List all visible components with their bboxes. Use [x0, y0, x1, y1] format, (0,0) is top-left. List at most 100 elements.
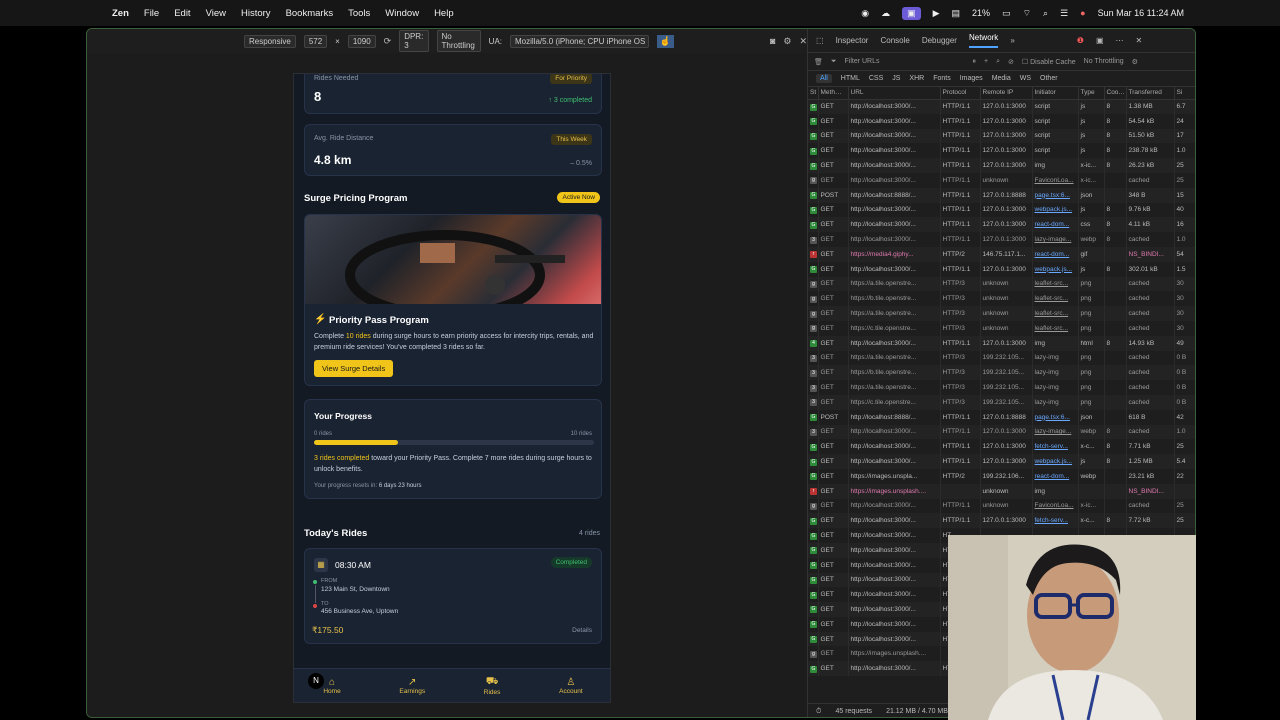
dpr-select[interactable]: DPR: 3: [399, 30, 429, 52]
network-settings-icon[interactable]: ⚙: [1132, 58, 1138, 66]
network-request-row[interactable]: G GET http://localhost:3000/... HTTP/1.1 127…: [808, 143, 1195, 159]
type-fonts[interactable]: Fonts: [933, 75, 951, 82]
type-media[interactable]: Media: [992, 75, 1011, 82]
network-request-row[interactable]: 3 GET https://c.tile.openstre... HTTP/3 199.…: [808, 394, 1195, 410]
network-request-row[interactable]: g GET http://localhost:3000/... HTTP/1.1 unk…: [808, 498, 1195, 514]
tab-debugger[interactable]: Debugger: [922, 36, 957, 45]
cloud-icon[interactable]: ☁: [881, 8, 890, 19]
network-request-row[interactable]: G GET http://localhost:3000/... HTTP/1.1 127…: [808, 439, 1195, 455]
siri-icon[interactable]: ●: [1080, 8, 1085, 18]
battery-icon[interactable]: ▭: [1002, 8, 1011, 19]
control-center-icon[interactable]: ☰: [1060, 8, 1068, 19]
network-request-row[interactable]: 3 GET https://a.tile.openstre... HTTP/3 199.…: [808, 350, 1195, 366]
throttle-select[interactable]: No Throttling: [436, 30, 481, 52]
network-throttle-select[interactable]: No Throttling: [1084, 58, 1124, 65]
nextjs-indicator-icon[interactable]: N: [308, 673, 324, 689]
type-xhr[interactable]: XHR: [909, 75, 924, 82]
view-surge-details-button[interactable]: View Surge Details: [314, 360, 394, 377]
ride-details-link[interactable]: Details: [572, 627, 592, 634]
network-request-row[interactable]: 3 GET https://b.tile.openstre... HTTP/3 199.…: [808, 365, 1195, 381]
app-name[interactable]: Zen: [112, 8, 129, 19]
tab-network[interactable]: Network: [968, 33, 999, 48]
nav-home[interactable]: ⌂ Home: [323, 677, 340, 695]
network-request-row[interactable]: G GET http://localhost:3000/... HTTP/1.1 127…: [808, 454, 1195, 469]
column-header[interactable]: Type: [1078, 87, 1105, 100]
tab-console[interactable]: Console: [880, 36, 909, 45]
disable-cache-checkbox[interactable]: ☐ Disable Cache: [1022, 58, 1076, 66]
network-request-row[interactable]: G POST http://localhost:8888/... HTTP/1.1 12…: [808, 187, 1195, 203]
device-select[interactable]: Responsive: [244, 34, 296, 48]
type-css[interactable]: CSS: [869, 75, 883, 82]
status-icon[interactable]: ◉: [861, 8, 869, 19]
menu-view[interactable]: View: [206, 8, 226, 19]
network-request-row[interactable]: 4 GET http://localhost:3000/... HTTP/1.1 127…: [808, 335, 1195, 351]
type-other[interactable]: Other: [1040, 75, 1058, 82]
ride-card[interactable]: ▦ 08:30 AM Completed FROM 123 Main St, D…: [304, 548, 602, 644]
network-request-row[interactable]: 3 GET https://a.tile.openstre... HTTP/3 199.…: [808, 380, 1195, 395]
filter-urls-input[interactable]: Filter URLs: [845, 58, 965, 65]
type-images[interactable]: Images: [960, 75, 983, 82]
network-request-row[interactable]: g GET https://a.tile.openstre... HTTP/3 unkn…: [808, 306, 1195, 321]
type-js[interactable]: JS: [892, 75, 900, 82]
column-header[interactable]: Coo…: [1104, 87, 1127, 100]
column-header[interactable]: Si: [1174, 87, 1195, 100]
search-icon[interactable]: ⌕: [996, 58, 1000, 66]
error-count-icon[interactable]: ❶: [1077, 36, 1084, 45]
block-icon[interactable]: ⊘: [1008, 58, 1014, 66]
network-request-row[interactable]: g GET https://c.tile.openstre... HTTP/3 unkn…: [808, 320, 1195, 336]
dock-icon[interactable]: ▣: [1096, 36, 1104, 45]
menu-history[interactable]: History: [241, 8, 271, 19]
width-input[interactable]: 572: [303, 34, 328, 48]
type-all[interactable]: All: [816, 74, 832, 83]
menu-help[interactable]: Help: [434, 8, 454, 19]
menu-bookmarks[interactable]: Bookmarks: [286, 8, 334, 19]
column-header[interactable]: Transferred: [1126, 87, 1175, 100]
network-request-row[interactable]: G GET http://localhost:3000/... HTTP/1.1 127…: [808, 217, 1195, 233]
network-request-row[interactable]: G GET http://localhost:3000/... HTTP/1.1 127…: [808, 128, 1195, 144]
screenshot-icon[interactable]: ◙: [770, 36, 775, 46]
network-request-row[interactable]: g GET http://localhost:3000/... HTTP/1.1 unk…: [808, 172, 1195, 188]
column-header[interactable]: Initiator: [1032, 87, 1079, 100]
column-header[interactable]: St: [808, 87, 819, 100]
menu-file[interactable]: File: [144, 8, 159, 19]
close-rdm-icon[interactable]: ✕: [799, 36, 807, 47]
nav-account[interactable]: ♙ Account: [559, 677, 583, 695]
tab-inspector[interactable]: Inspector: [836, 36, 869, 45]
search-icon[interactable]: ⌕: [1043, 8, 1048, 19]
network-request-row[interactable]: 3 GET http://localhost:3000/... HTTP/1.1 127…: [808, 424, 1195, 440]
type-ws[interactable]: WS: [1020, 75, 1031, 82]
datetime[interactable]: Sun Mar 16 11:24 AM: [1098, 8, 1184, 18]
height-input[interactable]: 1090: [347, 34, 376, 48]
column-header[interactable]: Protocol: [940, 87, 981, 100]
close-devtools-icon[interactable]: ✕: [1136, 36, 1143, 45]
settings-icon[interactable]: ⚙: [783, 36, 791, 47]
screen-record-icon[interactable]: ▣: [902, 6, 921, 20]
rotate-icon[interactable]: ⟳: [384, 36, 392, 47]
network-request-row[interactable]: G GET http://localhost:3000/... HTTP/1.1 127…: [808, 202, 1195, 218]
play-icon[interactable]: ▶: [933, 8, 940, 19]
wifi-icon[interactable]: ⌔: [1023, 8, 1031, 19]
menu-window[interactable]: Window: [385, 8, 419, 19]
nav-earnings[interactable]: ↗ Earnings: [399, 677, 425, 695]
touch-icon[interactable]: ☝: [656, 34, 674, 48]
network-request-row[interactable]: G POST http://localhost:8888/... HTTP/1.1 12…: [808, 409, 1195, 425]
nav-rides[interactable]: ⛟ Rides: [484, 676, 501, 696]
column-header[interactable]: URL: [848, 87, 941, 100]
network-request-row[interactable]: r GET https://media4.giphy... HTTP/2 146.75.…: [808, 246, 1195, 262]
pick-element-icon[interactable]: ⬚: [816, 36, 824, 45]
network-request-row[interactable]: r GET https://images.unsplash.... unknown im…: [808, 483, 1195, 499]
network-request-row[interactable]: g GET https://a.tile.openstre... HTTP/3 unkn…: [808, 276, 1195, 292]
network-request-row[interactable]: g GET https://b.tile.openstre... HTTP/3 unkn…: [808, 291, 1195, 307]
battery-percent[interactable]: 21%: [972, 8, 990, 18]
user-agent-input[interactable]: Mozilla/5.0 (iPhone; CPU iPhone OS 14_6 …: [510, 34, 649, 48]
column-header[interactable]: Meth…: [818, 87, 849, 100]
add-icon[interactable]: +: [984, 58, 988, 65]
network-request-row[interactable]: G GET http://localhost:3000/... HTTP/1.1 127…: [808, 261, 1195, 277]
network-request-row[interactable]: G GET http://localhost:3000/... HTTP/1.1 127…: [808, 158, 1195, 173]
pause-icon[interactable]: ⏸: [973, 58, 977, 66]
network-request-row[interactable]: G GET http://localhost:3000/... HTTP/1.1 127…: [808, 513, 1195, 529]
column-header[interactable]: Remote IP: [980, 87, 1033, 100]
network-request-row[interactable]: 3 GET http://localhost:3000/... HTTP/1.1 127…: [808, 232, 1195, 247]
menu-edit[interactable]: Edit: [174, 8, 190, 19]
network-request-row[interactable]: G GET http://localhost:3000/... HTTP/1.1 127…: [808, 113, 1195, 129]
